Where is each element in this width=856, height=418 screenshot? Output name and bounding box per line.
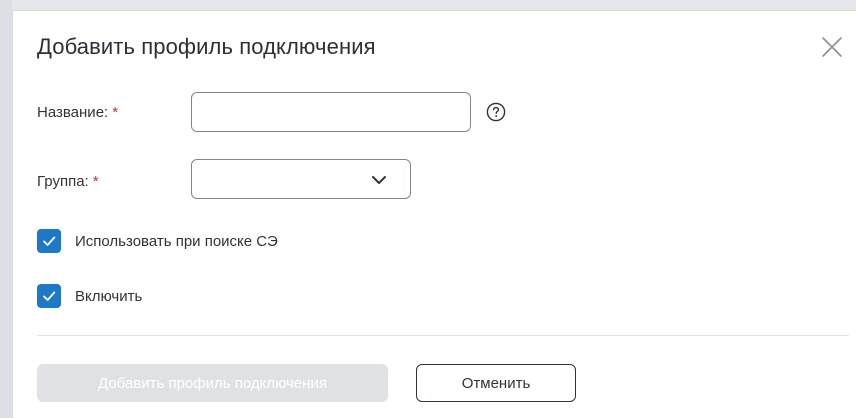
background-overlay: [0, 0, 12, 418]
name-input[interactable]: [191, 92, 471, 132]
question-circle-icon: [486, 102, 506, 122]
group-select[interactable]: [191, 159, 411, 199]
required-mark: *: [92, 173, 99, 190]
enable-checkbox-row[interactable]: Включить: [37, 284, 142, 308]
use-in-search-checkbox[interactable]: [37, 229, 61, 253]
name-label-text: Название:: [37, 104, 109, 121]
enable-label: Включить: [75, 287, 143, 305]
group-label: Группа: *: [37, 173, 99, 190]
checkmark-icon: [43, 291, 56, 301]
name-label: Название: *: [37, 104, 118, 121]
close-icon: [822, 37, 842, 57]
cancel-button[interactable]: Отменить: [416, 364, 576, 402]
group-label-text: Группа:: [37, 173, 89, 190]
add-profile-button[interactable]: Добавить профиль подключения: [37, 364, 388, 402]
footer-divider: [37, 335, 849, 336]
dialog-title: Добавить профиль подключения: [37, 34, 376, 59]
close-button[interactable]: [820, 35, 844, 59]
checkmark-icon: [43, 236, 56, 246]
required-mark: *: [112, 104, 119, 121]
chevron-down-icon: [372, 176, 386, 184]
help-button[interactable]: [486, 102, 506, 122]
enable-checkbox[interactable]: [37, 284, 61, 308]
use-in-search-checkbox-row[interactable]: Использовать при поиске СЭ: [37, 229, 278, 253]
add-connection-profile-dialog: Добавить профиль подключения Название: * …: [12, 10, 856, 418]
use-in-search-label: Использовать при поиске СЭ: [75, 232, 278, 250]
